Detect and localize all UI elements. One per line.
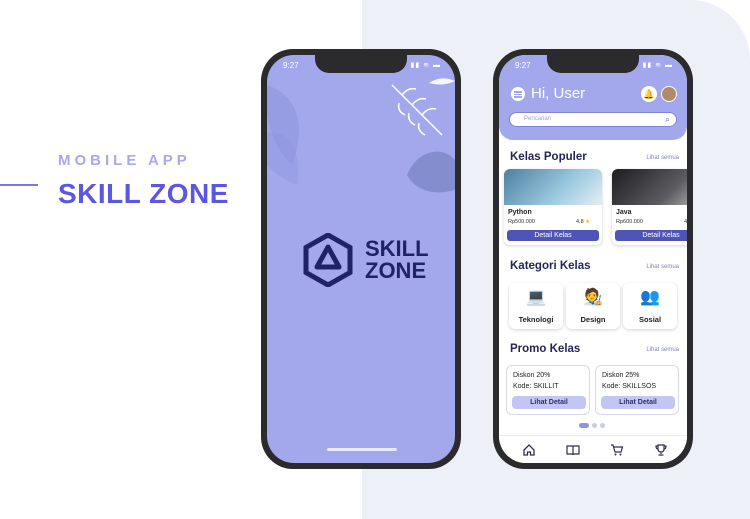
- promo-discount: Diskon 20%: [513, 372, 551, 379]
- course-detail-button[interactable]: Detail Kelas: [507, 230, 599, 241]
- avatar[interactable]: [661, 86, 677, 102]
- star-icon: ★: [585, 219, 591, 225]
- bottom-tab-bar: [499, 435, 687, 463]
- brand-subtitle: MOBILE APP: [58, 152, 191, 169]
- category-teknologi[interactable]: 💻 Teknologi: [509, 283, 563, 329]
- trophy-icon[interactable]: [653, 443, 669, 457]
- promo-discount: Diskon 25%: [602, 372, 640, 379]
- menu-icon[interactable]: [511, 87, 525, 101]
- promo-code: Kode: SKILLIT: [513, 383, 559, 390]
- greeting: Hi, User: [531, 85, 586, 102]
- home-phone: 9:27 ▮▮ ≋ ▬ Hi, User 🔔 Pencarian ⌕ Kelas…: [493, 49, 693, 469]
- promo-card: Diskon 20% Kode: SKILLIT Lihat Detail: [506, 365, 590, 415]
- course-rating: 4: [684, 219, 687, 225]
- carousel-dot[interactable]: [579, 423, 589, 428]
- signal-wifi-battery-icon: ▮▮ ≋ ▬: [642, 62, 673, 69]
- skill-zone-logo-icon: [303, 233, 353, 287]
- category-title: Kategori Kelas: [510, 260, 591, 272]
- category-see-all-link[interactable]: Lihat semua: [646, 264, 679, 270]
- rating-value: 4: [684, 219, 687, 225]
- promo-detail-button[interactable]: Lihat Detail: [512, 396, 586, 409]
- people-icon: 👥: [640, 289, 660, 306]
- promo-see-all-link[interactable]: Lihat semua: [646, 347, 679, 353]
- cart-icon[interactable]: [609, 443, 625, 457]
- status-time: 9:27: [515, 61, 531, 70]
- promo-title: Promo Kelas: [510, 343, 581, 355]
- logo-line-2: ZONE: [365, 258, 427, 283]
- category-sosial[interactable]: 👥 Sosial: [623, 283, 677, 329]
- course-detail-button[interactable]: Detail Kelas: [615, 230, 687, 241]
- home-icon[interactable]: [521, 443, 537, 457]
- course-price: Rp600.000: [616, 219, 643, 225]
- home-indicator: [327, 448, 397, 451]
- course-name: Java: [616, 209, 632, 216]
- search-field[interactable]: Pencarian ⌕: [509, 112, 677, 127]
- search-placeholder: Pencarian: [524, 116, 552, 122]
- notch: [315, 55, 407, 73]
- promo-code: Kode: SKILLSOS: [602, 383, 657, 390]
- promo-detail-button[interactable]: Lihat Detail: [601, 396, 675, 409]
- category-label: Design: [580, 315, 606, 324]
- home-screen: 9:27 ▮▮ ≋ ▬ Hi, User 🔔 Pencarian ⌕ Kelas…: [499, 55, 687, 463]
- book-icon[interactable]: [565, 443, 581, 457]
- search-icon[interactable]: ⌕: [665, 114, 670, 125]
- carousel-dot[interactable]: [592, 423, 597, 428]
- rating-value: 4.8: [576, 219, 584, 225]
- brand-title: SKILL ZONE: [58, 178, 229, 209]
- course-card-python[interactable]: Python Rp500.000 4.8 ★ Detail Kelas: [504, 169, 602, 245]
- logo-text: SKILL ZONE: [365, 238, 429, 282]
- category-label: Sosial: [638, 315, 662, 324]
- splash-screen: 9:27 ▮▮ ≋ ▬ SKILL ZONE: [267, 55, 455, 463]
- carousel-dot[interactable]: [600, 423, 605, 428]
- logo-line-1: SKILL: [365, 236, 429, 261]
- laptop-icon: 💻: [526, 289, 546, 306]
- course-card-java[interactable]: Java Rp600.000 4 Detail Kelas: [612, 169, 687, 245]
- category-label: Teknologi: [518, 315, 554, 324]
- designer-icon: 🧑‍🎨: [583, 289, 603, 306]
- bell-icon[interactable]: 🔔: [641, 86, 657, 102]
- notch: [547, 55, 639, 73]
- status-time: 9:27: [283, 61, 299, 70]
- popular-see-all-link[interactable]: Lihat semua: [646, 155, 679, 161]
- leaf-decoration: [267, 78, 455, 193]
- promo-card: Diskon 25% Kode: SKILLSOS Lihat Detail: [595, 365, 679, 415]
- signal-wifi-battery-icon: ▮▮ ≋ ▬: [410, 62, 441, 69]
- category-design[interactable]: 🧑‍🎨 Design: [566, 283, 620, 329]
- course-name: Python: [508, 209, 532, 216]
- course-price: Rp500.000: [508, 219, 535, 225]
- course-image: [612, 169, 687, 205]
- course-image: [504, 169, 602, 205]
- splash-phone: 9:27 ▮▮ ≋ ▬ SKILL ZONE: [261, 49, 461, 469]
- decorative-dash: [0, 184, 38, 186]
- popular-title: Kelas Populer: [510, 151, 587, 163]
- course-rating: 4.8 ★: [576, 219, 590, 225]
- carousel-dots: [579, 423, 605, 428]
- splash-logo: SKILL ZONE: [301, 233, 429, 287]
